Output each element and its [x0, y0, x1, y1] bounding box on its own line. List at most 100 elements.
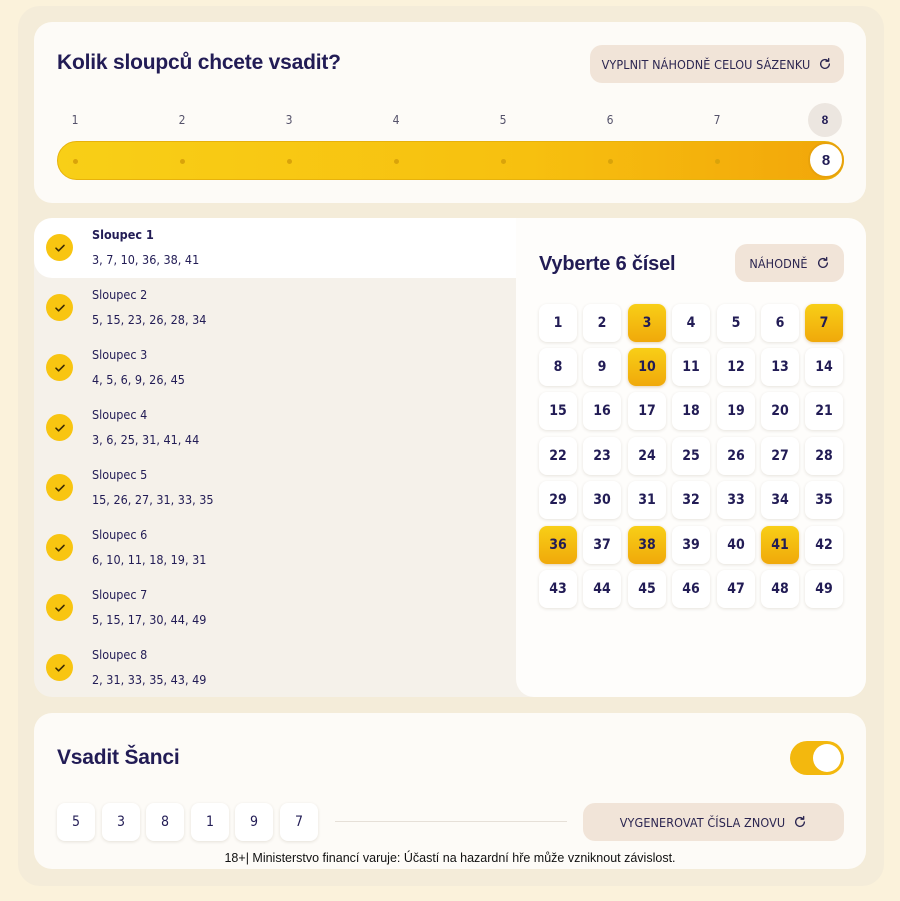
sance-digit-4: 1 — [191, 803, 229, 841]
number-cell-45[interactable]: 45 — [628, 570, 666, 608]
number-cell-10[interactable]: 10 — [628, 348, 666, 386]
column-item-1[interactable]: Sloupec 1 3, 7, 10, 36, 38, 41 — [34, 218, 534, 278]
check-badge — [46, 654, 73, 681]
tick-6[interactable]: 6 — [600, 113, 620, 127]
check-icon — [54, 604, 65, 612]
number-cell-11[interactable]: 11 — [672, 348, 710, 386]
number-cell-21[interactable]: 21 — [805, 392, 843, 430]
refresh-icon — [795, 815, 806, 827]
number-cell-16[interactable]: 16 — [583, 392, 621, 430]
sance-digit-1: 5 — [57, 803, 95, 841]
column-item-2[interactable]: Sloupec 2 5, 15, 23, 26, 28, 34 — [34, 278, 524, 338]
gambling-disclaimer: 18+| Ministerstvo financí varuje: Účastí… — [224, 851, 676, 865]
tick-1[interactable]: 1 — [65, 113, 85, 127]
column-item-6[interactable]: Sloupec 6 6, 10, 11, 18, 19, 31 — [34, 518, 524, 578]
number-cell-39[interactable]: 39 — [672, 526, 710, 564]
number-cell-38[interactable]: 38 — [628, 526, 666, 564]
column-name: Sloupec 1 — [92, 227, 154, 242]
number-cell-1[interactable]: 1 — [539, 304, 577, 342]
divider — [335, 821, 567, 822]
number-cell-9[interactable]: 9 — [583, 348, 621, 386]
number-cell-6[interactable]: 6 — [761, 304, 799, 342]
number-cell-31[interactable]: 31 — [628, 481, 666, 519]
number-cell-37[interactable]: 37 — [583, 526, 621, 564]
check-icon — [54, 304, 65, 312]
check-badge — [46, 414, 73, 441]
number-cell-32[interactable]: 32 — [672, 481, 710, 519]
number-cell-19[interactable]: 19 — [717, 392, 755, 430]
check-icon — [54, 544, 65, 552]
number-cell-22[interactable]: 22 — [539, 437, 577, 475]
number-cell-12[interactable]: 12 — [717, 348, 755, 386]
check-icon — [54, 424, 65, 432]
random-all-button[interactable]: VYPLNIT NÁHODNĚ CELOU SÁZENKU — [590, 45, 844, 83]
tick-5[interactable]: 5 — [493, 113, 513, 127]
check-badge — [46, 534, 73, 561]
number-cell-41[interactable]: 41 — [761, 526, 799, 564]
tick-3[interactable]: 3 — [279, 113, 299, 127]
column-name: Sloupec 8 — [92, 647, 148, 662]
number-cell-13[interactable]: 13 — [761, 348, 799, 386]
column-item-5[interactable]: Sloupec 5 15, 26, 27, 31, 33, 35 — [34, 458, 524, 518]
number-cell-29[interactable]: 29 — [539, 481, 577, 519]
tick-2[interactable]: 2 — [172, 113, 192, 127]
column-item-8[interactable]: Sloupec 8 2, 31, 33, 35, 43, 49 — [34, 638, 524, 698]
tick-4[interactable]: 4 — [386, 113, 406, 127]
number-cell-28[interactable]: 28 — [805, 437, 843, 475]
number-cell-47[interactable]: 47 — [717, 570, 755, 608]
column-name: Sloupec 7 — [92, 587, 148, 602]
number-cell-36[interactable]: 36 — [539, 526, 577, 564]
column-count-slider[interactable] — [57, 141, 844, 180]
number-cell-46[interactable]: 46 — [672, 570, 710, 608]
tick-7[interactable]: 7 — [707, 113, 727, 127]
number-cell-20[interactable]: 20 — [761, 392, 799, 430]
number-cell-33[interactable]: 33 — [717, 481, 755, 519]
number-cell-7[interactable]: 7 — [805, 304, 843, 342]
number-cell-8[interactable]: 8 — [539, 348, 577, 386]
number-cell-14[interactable]: 14 — [805, 348, 843, 386]
number-cell-26[interactable]: 26 — [717, 437, 755, 475]
number-cell-3[interactable]: 3 — [628, 304, 666, 342]
number-cell-15[interactable]: 15 — [539, 392, 577, 430]
column-item-3[interactable]: Sloupec 3 4, 5, 6, 9, 26, 45 — [34, 338, 524, 398]
slider-thumb[interactable]: 8 — [808, 142, 844, 178]
number-cell-18[interactable]: 18 — [672, 392, 710, 430]
sance-digit-2: 3 — [102, 803, 140, 841]
number-cell-44[interactable]: 44 — [583, 570, 621, 608]
number-cell-2[interactable]: 2 — [583, 304, 621, 342]
column-numbers: 5, 15, 23, 26, 28, 34 — [92, 312, 207, 327]
number-cell-42[interactable]: 42 — [805, 526, 843, 564]
column-name: Sloupec 2 — [92, 287, 148, 302]
number-cell-49[interactable]: 49 — [805, 570, 843, 608]
number-cell-43[interactable]: 43 — [539, 570, 577, 608]
slider-step-dot — [73, 159, 78, 164]
number-cell-17[interactable]: 17 — [628, 392, 666, 430]
number-cell-4[interactable]: 4 — [672, 304, 710, 342]
refresh-icon — [817, 256, 828, 268]
number-cell-24[interactable]: 24 — [628, 437, 666, 475]
number-cell-27[interactable]: 27 — [761, 437, 799, 475]
column-name: Sloupec 6 — [92, 527, 148, 542]
number-cell-23[interactable]: 23 — [583, 437, 621, 475]
sance-toggle[interactable] — [790, 741, 844, 775]
number-cell-34[interactable]: 34 — [761, 481, 799, 519]
number-cell-40[interactable]: 40 — [717, 526, 755, 564]
check-badge — [46, 294, 73, 321]
number-cell-25[interactable]: 25 — [672, 437, 710, 475]
column-numbers: 6, 10, 11, 18, 19, 31 — [92, 552, 207, 567]
check-icon — [54, 244, 65, 252]
number-cell-35[interactable]: 35 — [805, 481, 843, 519]
regenerate-button[interactable]: VYGENEROVAT ČÍSLA ZNOVU — [583, 803, 844, 841]
column-numbers: 3, 6, 25, 31, 41, 44 — [92, 432, 200, 447]
tick-active[interactable]: 8 — [808, 103, 842, 137]
number-cell-48[interactable]: 48 — [761, 570, 799, 608]
number-cell-30[interactable]: 30 — [583, 481, 621, 519]
number-cell-5[interactable]: 5 — [717, 304, 755, 342]
sance-title: Vsadit Šanci — [57, 746, 180, 769]
column-numbers: 3, 7, 10, 36, 38, 41 — [92, 252, 200, 267]
column-item-4[interactable]: Sloupec 4 3, 6, 25, 31, 41, 44 — [34, 398, 524, 458]
check-badge — [46, 474, 73, 501]
column-name: Sloupec 4 — [92, 407, 148, 422]
random-column-button[interactable]: NÁHODNĚ — [735, 244, 844, 282]
column-item-7[interactable]: Sloupec 7 5, 15, 17, 30, 44, 49 — [34, 578, 524, 638]
